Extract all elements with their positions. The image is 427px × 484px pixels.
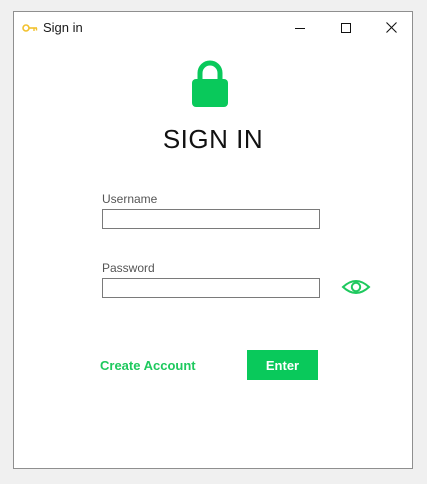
close-icon: [386, 22, 397, 33]
password-label: Password: [102, 261, 155, 275]
title-bar[interactable]: Sign in: [14, 12, 412, 43]
key-icon: [22, 24, 38, 32]
maximize-icon: [340, 22, 351, 33]
minimize-icon: [294, 27, 305, 29]
lock-icon: [192, 60, 228, 107]
password-field[interactable]: [102, 278, 320, 298]
sign-in-window: Sign in SIGN IN Username Password Create…: [13, 11, 413, 469]
create-account-link[interactable]: Create Account: [100, 358, 196, 373]
username-label: Username: [102, 192, 158, 206]
username-field[interactable]: [102, 209, 320, 229]
enter-button[interactable]: Enter: [247, 350, 318, 380]
page-title: SIGN IN: [162, 124, 264, 154]
eye-icon[interactable]: [341, 276, 371, 298]
minimize-button[interactable]: [277, 12, 322, 43]
maximize-button[interactable]: [323, 12, 368, 43]
close-button[interactable]: [369, 12, 414, 43]
window-title: Sign in: [43, 20, 83, 35]
